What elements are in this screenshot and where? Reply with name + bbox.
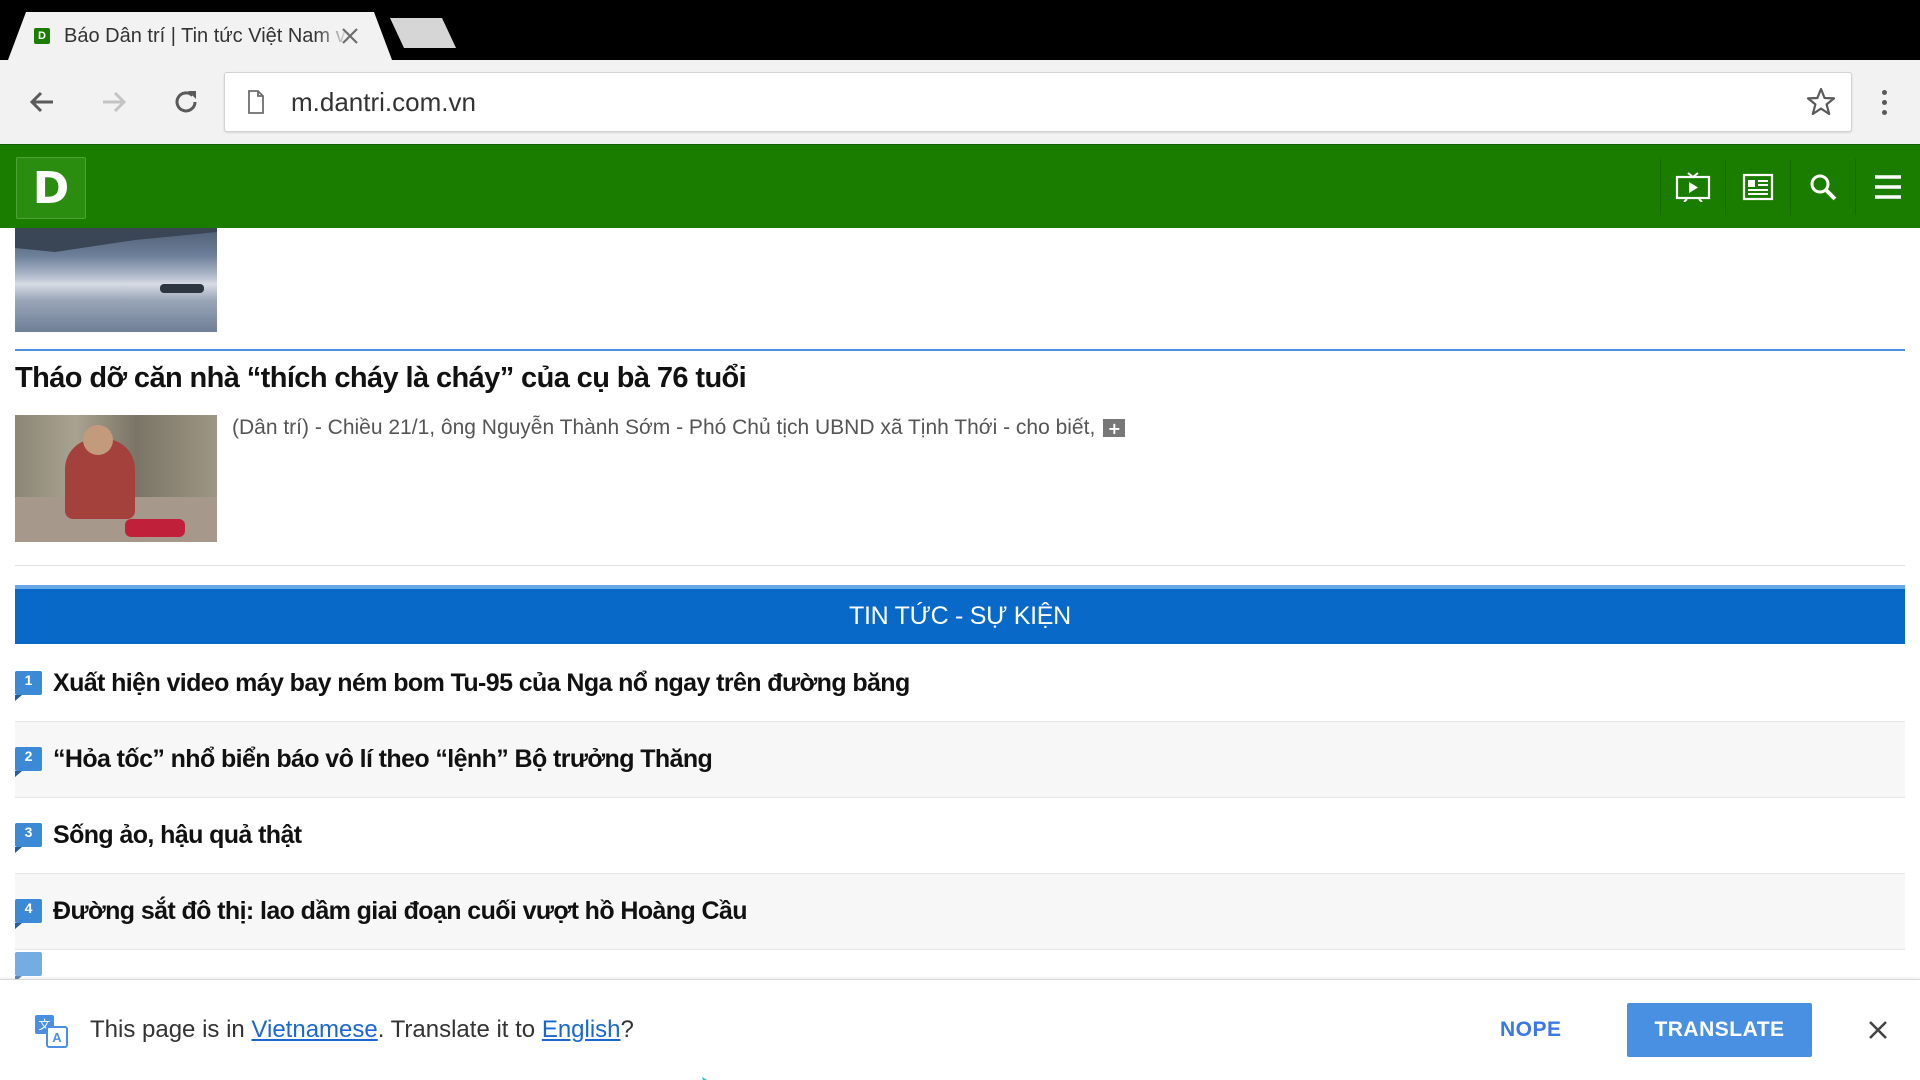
news-item[interactable]: 2 “Hỏa tốc” nhổ biển báo vô lí theo “lện… [15, 722, 1905, 798]
news-item-partial[interactable] [15, 950, 1905, 979]
news-item[interactable]: 3 Sống ảo, hậu quả thật [15, 798, 1905, 874]
target-language-link[interactable]: English [542, 1016, 621, 1043]
message-text: . Translate it to [377, 1016, 542, 1043]
expand-plus-icon[interactable]: + [1103, 419, 1126, 438]
close-infobar-icon[interactable] [1862, 1014, 1894, 1046]
favicon-icon: D [34, 28, 50, 44]
main-content: Tháo dỡ căn nhà “thích cháy là cháy” của… [0, 228, 1920, 979]
news-title[interactable]: “Hỏa tốc” nhổ biển báo vô lí theo “lệnh”… [53, 745, 713, 774]
translate-icon: 文A [34, 1014, 68, 1048]
divider [15, 565, 1905, 566]
reload-icon [175, 91, 197, 113]
bookmark-star-icon[interactable] [1805, 86, 1837, 118]
newspaper-icon[interactable] [1725, 159, 1790, 215]
divider [15, 349, 1905, 351]
translate-infobar: 文A This page is in Vietnamese. Translate… [0, 979, 1920, 1080]
tab-title: Báo Dân trí | Tin tức Việt Nam và quốc t… [64, 24, 350, 47]
address-bar[interactable]: m.dantri.com.vn [224, 72, 1852, 132]
news-item[interactable]: 4 Đường sắt đô thị: lao dầm giai đoạn cu… [15, 874, 1905, 950]
article-thumbnail[interactable] [15, 228, 217, 332]
section-header[interactable]: TIN TỨC - SỰ KIỆN [15, 585, 1905, 644]
page-icon [245, 88, 267, 116]
news-item[interactable]: 1 Xuất hiện video máy bay ném bom Tu-95 … [15, 646, 1905, 722]
news-list: 1 Xuất hiện video máy bay ném bom Tu-95 … [15, 646, 1905, 979]
news-title[interactable]: Sống ảo, hậu quả thật [53, 821, 302, 850]
browser-toolbar: m.dantri.com.vn [0, 60, 1920, 144]
featured-article-thumbnail[interactable] [15, 415, 217, 542]
hamburger-menu-icon[interactable] [1855, 159, 1920, 215]
rank-badge [15, 951, 42, 979]
message-text: ? [620, 1016, 634, 1043]
cursor-icon [700, 1072, 720, 1080]
header-icons [1660, 159, 1920, 215]
rank-badge: 1 [15, 670, 42, 701]
browser-tab[interactable]: D Báo Dân trí | Tin tức Việt Nam và quốc… [8, 12, 392, 60]
featured-article-summary: (Dân trí) - Chiều 21/1, ông Nguyễn Thành… [232, 416, 1126, 440]
rank-badge: 3 [15, 822, 42, 853]
back-button[interactable] [22, 82, 62, 122]
reload-button[interactable] [166, 82, 206, 122]
rank-badge: 4 [15, 898, 42, 929]
summary-text: (Dân trí) - Chiều 21/1, ông Nguyễn Thành… [232, 416, 1096, 439]
site-logo[interactable]: D [16, 157, 86, 219]
source-language-link[interactable]: Vietnamese [251, 1016, 377, 1043]
translate-message: This page is in Vietnamese. Translate it… [90, 1016, 634, 1044]
tab-close-icon[interactable] [338, 24, 362, 48]
news-title[interactable]: Xuất hiện video máy bay ném bom Tu-95 củ… [53, 669, 910, 698]
tab-strip: D Báo Dân trí | Tin tức Việt Nam và quốc… [0, 0, 1920, 60]
translate-button[interactable]: TRANSLATE [1627, 1003, 1812, 1057]
video-icon[interactable] [1660, 159, 1725, 215]
rank-badge: 2 [15, 746, 42, 777]
browser-menu-icon[interactable] [1868, 82, 1900, 122]
news-title[interactable]: Đường sắt đô thị: lao dầm giai đoạn cuối… [53, 897, 748, 926]
back-arrow-icon [29, 91, 53, 113]
new-tab-button[interactable] [390, 18, 456, 48]
url-text: m.dantri.com.vn [291, 86, 476, 117]
search-icon[interactable] [1790, 159, 1855, 215]
section-title: TIN TỨC - SỰ KIỆN [849, 602, 1071, 630]
message-text: This page is in [90, 1016, 252, 1043]
featured-article-title[interactable]: Tháo dỡ căn nhà “thích cháy là cháy” của… [15, 362, 747, 395]
svg-text:A: A [52, 1030, 62, 1045]
forward-button[interactable] [94, 82, 134, 122]
forward-arrow-icon [103, 91, 127, 113]
nope-button[interactable]: NOPE [1500, 1018, 1562, 1042]
site-header: D [0, 144, 1920, 228]
